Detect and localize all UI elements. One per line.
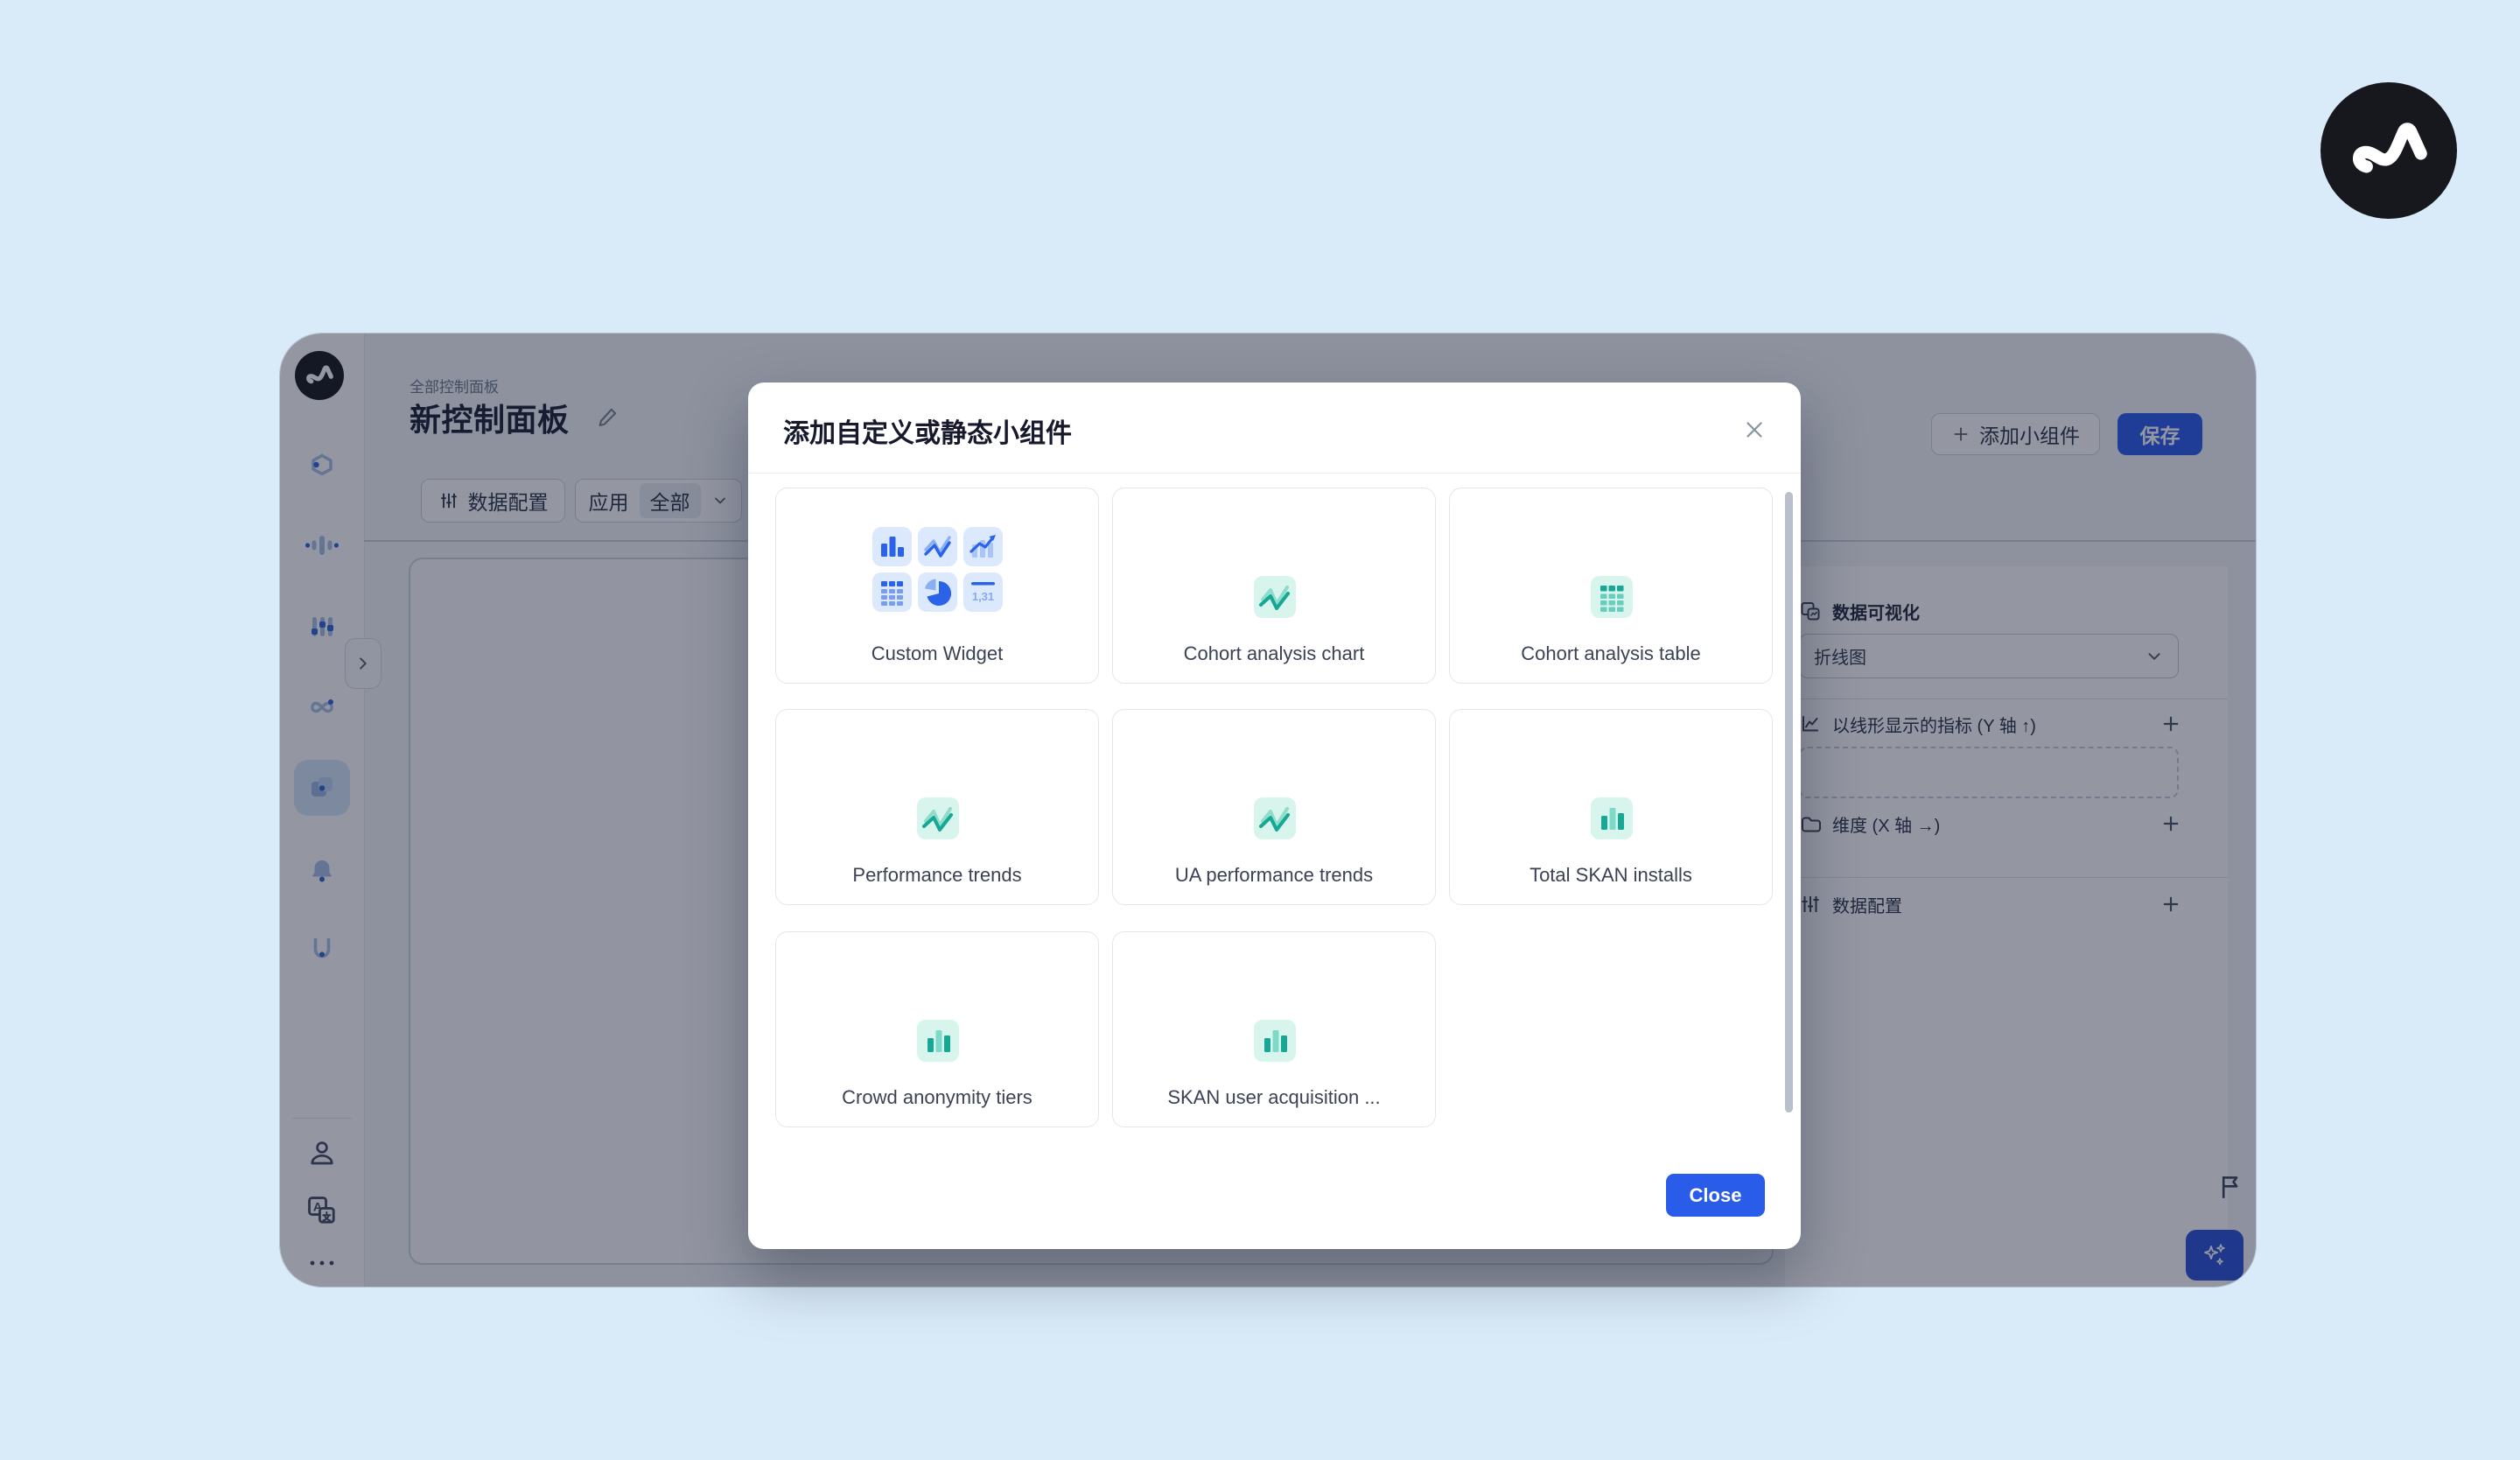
- modal-scrollbar[interactable]: [1785, 492, 1793, 1113]
- add-widget-modal: 添加自定义或静态小组件: [748, 383, 1801, 1249]
- modal-header-divider: [748, 473, 1801, 474]
- line-chart-icon: [917, 797, 959, 839]
- widget-card-label: Cohort analysis table: [1450, 642, 1772, 665]
- modal-close-button[interactable]: Close: [1666, 1174, 1765, 1217]
- bar-chart-icon: [1591, 797, 1633, 839]
- close-icon: [1741, 417, 1768, 443]
- widget-card-label: Performance trends: [776, 864, 1098, 887]
- widget-card-total-skan-installs[interactable]: Total SKAN installs: [1449, 709, 1773, 905]
- appsflyer-logo: [2320, 82, 2457, 219]
- bar-chart-icon: [872, 527, 912, 566]
- widget-card-label: Crowd anonymity tiers: [776, 1086, 1098, 1109]
- line-chart-icon: [1254, 797, 1296, 839]
- widget-card-cohort-chart[interactable]: Cohort analysis chart: [1112, 488, 1436, 684]
- table-icon: [1591, 576, 1633, 618]
- widget-card-label: Total SKAN installs: [1450, 864, 1772, 887]
- page: A 全部控制面板 新控制面板: [0, 0, 2520, 1460]
- modal-close-x-button[interactable]: [1740, 416, 1768, 444]
- line-chart-icon: [1254, 576, 1296, 618]
- line-chart-icon: [918, 527, 957, 566]
- modal-title: 添加自定义或静态小组件: [783, 411, 1072, 450]
- sample-number-value: 1,31: [972, 590, 994, 603]
- widget-card-label: UA performance trends: [1113, 864, 1435, 887]
- single-number-icon: 1,31: [963, 572, 1003, 612]
- bar-chart-icon: [1254, 1020, 1296, 1062]
- combo-chart-icon: [963, 527, 1003, 566]
- widget-card-custom[interactable]: 1,31 Custom Widget: [775, 488, 1099, 684]
- widget-card-label: SKAN user acquisition ...: [1113, 1086, 1435, 1109]
- widget-card-skan-user-acquisition[interactable]: SKAN user acquisition ...: [1112, 931, 1436, 1127]
- appsflyer-glyph-icon: [2341, 102, 2437, 199]
- widget-card-performance-trends[interactable]: Performance trends: [775, 709, 1099, 905]
- widget-card-crowd-anonymity-tiers[interactable]: Crowd anonymity tiers: [775, 931, 1099, 1127]
- widget-card-cohort-table[interactable]: Cohort analysis table: [1449, 488, 1773, 684]
- table-icon: [872, 572, 912, 612]
- widget-card-label: Custom Widget: [776, 642, 1098, 665]
- widget-card-label: Cohort analysis chart: [1113, 642, 1435, 665]
- bar-chart-icon: [917, 1020, 959, 1062]
- widget-card-ua-performance-trends[interactable]: UA performance trends: [1112, 709, 1436, 905]
- pie-chart-icon: [918, 572, 957, 612]
